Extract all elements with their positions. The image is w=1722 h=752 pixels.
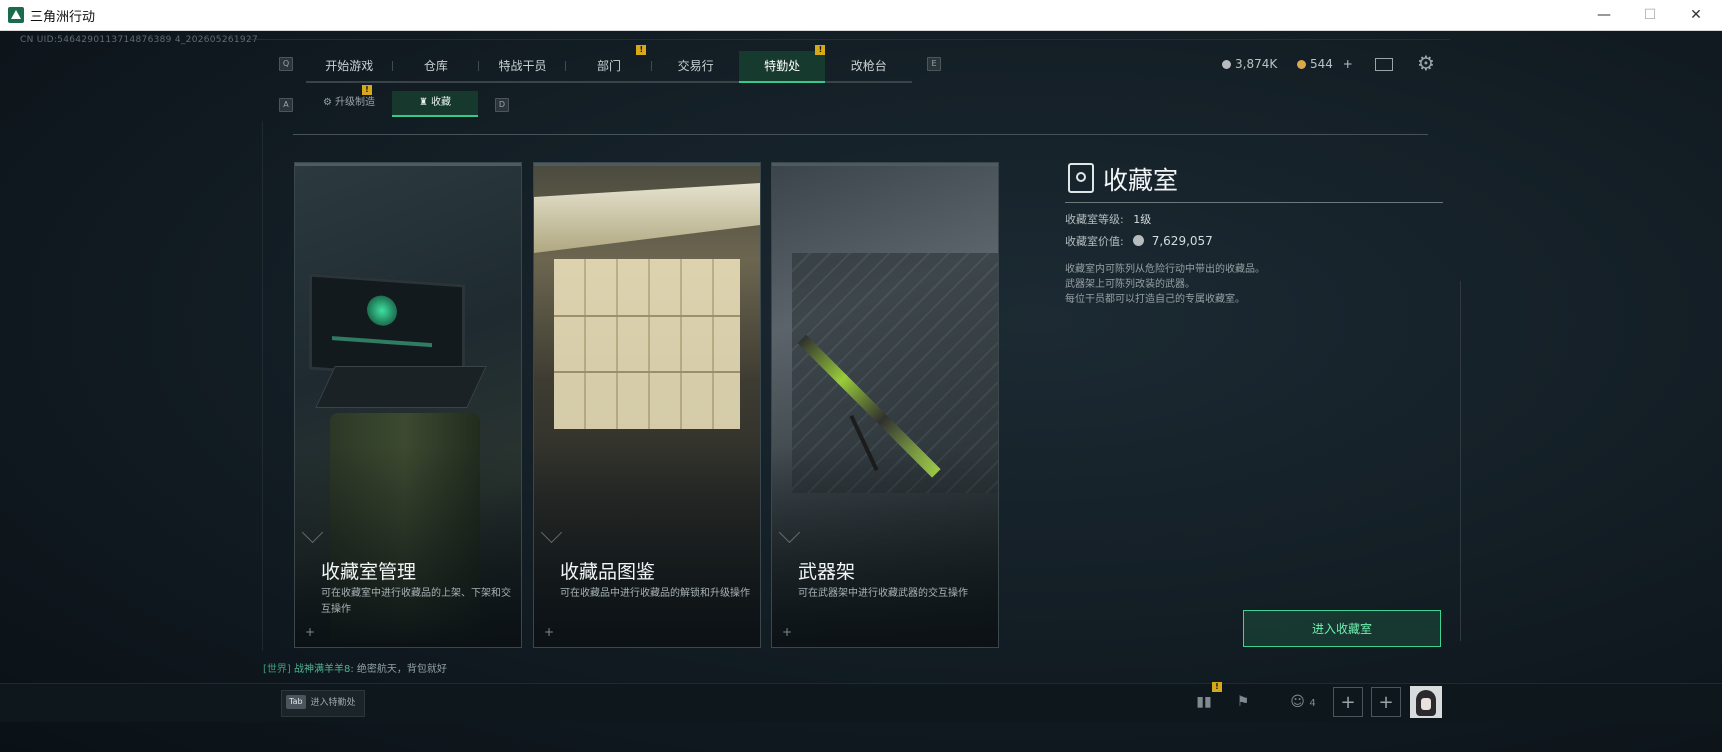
card-description: 可在收藏室中进行收藏品的上架、下架和交互操作 <box>321 588 511 615</box>
subnav-next-key[interactable]: D <box>495 98 509 112</box>
mail-icon[interactable] <box>1375 58 1393 71</box>
enter-special-ops-hint[interactable]: Tab 进入特勤处 <box>281 690 365 717</box>
silver-currency: 3,874K <box>1222 57 1277 71</box>
silver-coin-icon <box>1222 60 1231 69</box>
enter-collection-room-button[interactable]: 进入收藏室 <box>1243 610 1441 647</box>
add-gold-button[interactable]: + <box>1343 57 1353 71</box>
ceiling-light-image <box>534 183 760 253</box>
bottom-bar <box>0 683 1722 722</box>
tab-hint-label: 进入特勤处 <box>310 698 356 708</box>
uid-label: CN UID:5464290113714876389 4_20260526192… <box>20 35 258 45</box>
nav-next-key[interactable]: E <box>927 57 941 71</box>
flag-icon[interactable]: ⚑ <box>1226 686 1260 718</box>
close-button[interactable]: ✕ <box>1673 0 1719 30</box>
chat-user: 战神满羊羊8: <box>294 664 354 675</box>
plus-icon: + <box>544 625 555 639</box>
main-nav-tabs: 开始游戏 仓库 特战干员 部门! 交易行 特勤处! 改枪台 <box>306 45 912 83</box>
add-teammate-button[interactable]: + <box>1333 687 1363 717</box>
friends-icon: ☺ <box>1290 694 1305 710</box>
gold-amount: 544 <box>1310 57 1333 71</box>
card-topbar <box>534 163 760 166</box>
card-description: 可在收藏品中进行收藏品的解锁和升级操作 <box>560 588 750 599</box>
window-title: 三角洲行动 <box>30 10 96 25</box>
friends-button[interactable]: ☺ 4 <box>1278 686 1328 718</box>
value-row: 收藏室价值: 7,629,057 <box>1065 233 1213 249</box>
game-viewport: CN UID:5464290113714876389 4_20260526192… <box>0 31 1722 752</box>
card-overlay <box>772 447 998 647</box>
desc-line: 武器架上可陈列改装的武器。 <box>1065 279 1195 290</box>
laptop-screen-image <box>309 273 465 381</box>
display-shelves-image <box>554 259 740 429</box>
card-topbar <box>772 163 998 166</box>
desc-line: 收藏室内可陈列从危险行动中带出的收藏品。 <box>1065 264 1265 275</box>
avatar-face-image <box>1421 698 1431 710</box>
nav-prev-key[interactable]: Q <box>279 57 293 71</box>
info-divider <box>1065 202 1443 203</box>
screen-bar <box>332 336 432 348</box>
shelf-line <box>554 315 740 317</box>
section-divider <box>293 134 1428 135</box>
collection-room-icon <box>1068 163 1094 193</box>
tab-trade[interactable]: 交易行 <box>652 51 739 81</box>
level-row: 收藏室等级: 1级 <box>1065 211 1151 227</box>
card-overlay <box>534 447 760 647</box>
trophy-icon: ♜ <box>419 97 428 108</box>
alert-badge: ! <box>362 85 372 95</box>
level-label: 收藏室等级: <box>1065 213 1124 226</box>
desc-line: 每位干员都可以打造自己的专属收藏室。 <box>1065 294 1245 305</box>
card-title: 收藏品图鉴 <box>560 561 656 583</box>
plus-icon: + <box>305 625 316 639</box>
gold-currency: 544 + <box>1297 57 1353 71</box>
card-weapon-rack[interactable]: 武器架 可在武器架中进行收藏武器的交互操作 + <box>771 162 999 648</box>
chat-message: 绝密航天，背包就好 <box>356 664 447 675</box>
card-title: 收藏室管理 <box>321 561 417 583</box>
tab-gunsmith[interactable]: 改枪台 <box>825 51 912 81</box>
friends-count: 4 <box>1309 698 1316 709</box>
add-teammate-button[interactable]: + <box>1371 687 1401 717</box>
avatar[interactable] <box>1410 686 1442 718</box>
subtab-collection[interactable]: ♜ 收藏 <box>392 91 478 117</box>
shelf-line <box>554 371 740 373</box>
deco-line <box>250 39 1450 40</box>
card-description: 可在武器架中进行收藏武器的交互操作 <box>798 588 968 599</box>
wrench-icon: ⚙ <box>323 97 332 108</box>
window-titlebar: 三角洲行动 — ☐ ✕ <box>0 0 1722 31</box>
keyboard-image <box>315 366 487 408</box>
card-collection-catalog[interactable]: 收藏品图鉴 可在收藏品中进行收藏品的解锁和升级操作 + <box>533 162 761 648</box>
alert-badge: ! <box>1212 682 1222 692</box>
alert-badge: ! <box>815 45 826 55</box>
deco-line <box>262 121 263 651</box>
maximize-button[interactable]: ☐ <box>1627 0 1673 30</box>
info-title: 收藏室 <box>1103 166 1179 195</box>
settings-gear-icon[interactable]: ⚙ <box>1417 51 1435 75</box>
silver-coin-icon <box>1133 235 1145 246</box>
tab-start-game[interactable]: 开始游戏 <box>306 51 393 81</box>
tab-key: Tab <box>286 695 306 709</box>
app-logo-icon <box>8 7 24 23</box>
tab-department[interactable]: 部门! <box>566 45 653 81</box>
card-collection-management[interactable]: 收藏室管理 可在收藏室中进行收藏品的上架、下架和交互操作 + <box>294 162 522 648</box>
minimize-button[interactable]: — <box>1581 0 1627 30</box>
world-chat-line[interactable]: [世界] 战神满羊羊8: 绝密航天，背包就好 <box>263 660 447 675</box>
value-amount: 7,629,057 <box>1151 234 1213 248</box>
value-label: 收藏室价值: <box>1065 235 1124 248</box>
card-topbar <box>295 163 521 166</box>
level-value: 1级 <box>1133 213 1152 226</box>
tab-warehouse[interactable]: 仓库 <box>393 51 480 81</box>
sub-nav-tabs: ⚙ 升级制造 ! ♜ 收藏 <box>306 85 478 117</box>
card-title: 武器架 <box>798 561 856 583</box>
info-description: 收藏室内可陈列从危险行动中带出的收藏品。 武器架上可陈列改装的武器。 每位干员都… <box>1065 262 1265 307</box>
plus-icon: + <box>782 625 793 639</box>
chat-channel: [世界] <box>263 664 291 675</box>
alert-badge: ! <box>636 45 647 55</box>
tab-special-ops[interactable]: 特勤处! <box>738 45 826 83</box>
emblem-glow-icon <box>367 294 397 327</box>
silver-amount: 3,874K <box>1235 57 1278 71</box>
gold-coin-icon <box>1297 60 1306 69</box>
subnav-prev-key[interactable]: A <box>279 98 293 112</box>
subtab-upgrade-craft[interactable]: ⚙ 升级制造 ! <box>306 85 392 115</box>
tab-operators[interactable]: 特战干员 <box>479 51 566 81</box>
deco-line <box>1460 281 1461 641</box>
